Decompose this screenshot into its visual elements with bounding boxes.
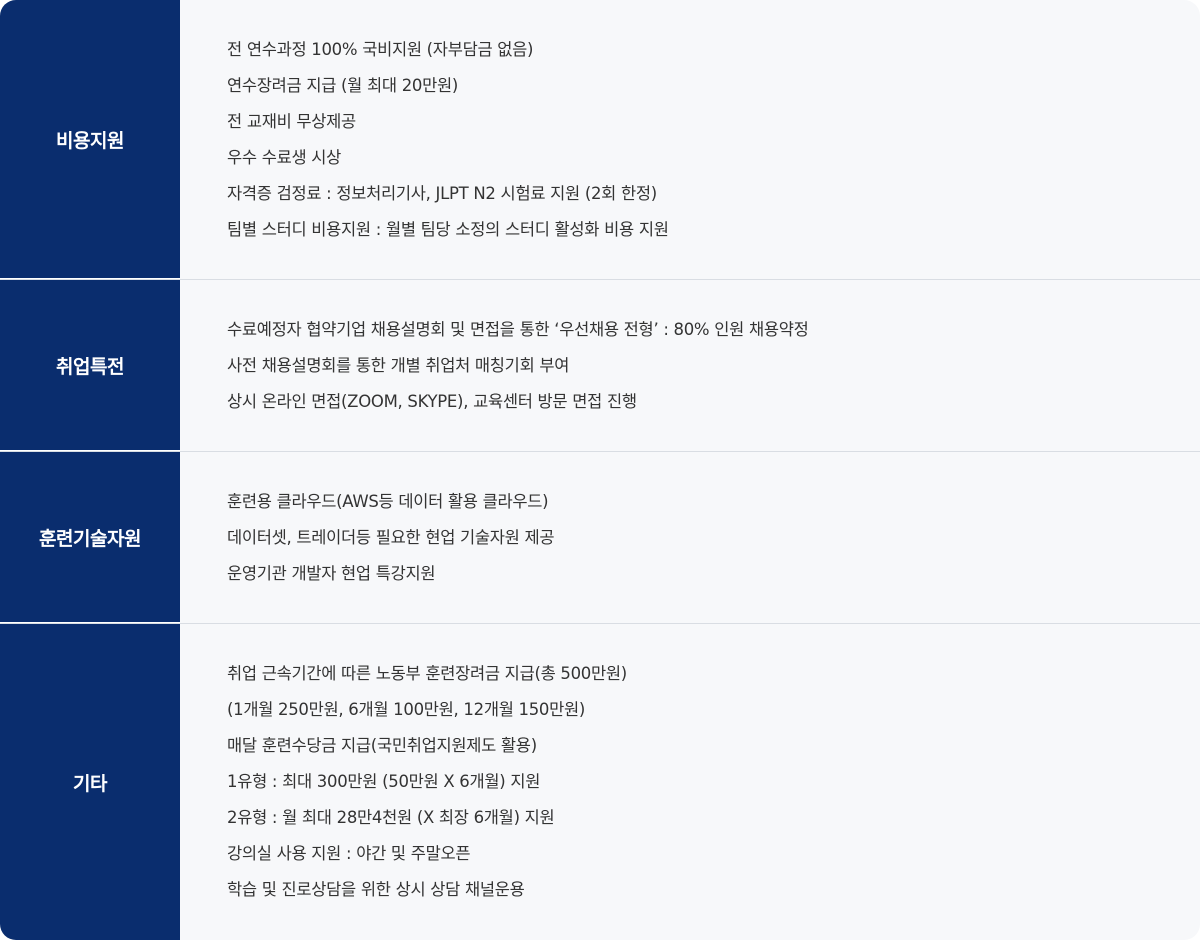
row-label: 비용지원 bbox=[0, 0, 180, 279]
list-item: 상시 온라인 면접(ZOOM, SKYPE), 교육센터 방문 면접 진행 bbox=[227, 391, 637, 411]
row-content: 훈련용 클라우드(AWS등 데이터 활용 클라우드) 데이터셋, 트레이더등 필… bbox=[180, 452, 1200, 623]
benefits-table: 비용지원 전 연수과정 100% 국비지원 (자부담금 없음) 연수장려금 지급… bbox=[0, 0, 1200, 940]
row-label: 취업특전 bbox=[0, 280, 180, 451]
benefit-row-training-resources: 훈련기술자원 훈련용 클라우드(AWS등 데이터 활용 클라우드) 데이터셋, … bbox=[0, 452, 1200, 624]
benefit-row-other: 기타 취업 근속기간에 따른 노동부 훈련장려금 지급(총 500만원) (1개… bbox=[0, 624, 1200, 940]
benefit-row-cost-support: 비용지원 전 연수과정 100% 국비지원 (자부담금 없음) 연수장려금 지급… bbox=[0, 0, 1200, 280]
list-item: 학습 및 진로상담을 위한 상시 상담 채널운용 bbox=[227, 880, 525, 899]
list-item: 연수장려금 지급 (월 최대 20만원) bbox=[227, 75, 459, 95]
list-item: 전 연수과정 100% 국비지원 (자부담금 없음) bbox=[227, 39, 534, 59]
list-item: 수료예정자 협약기업 채용설명회 및 면접을 통한 ‘우선채용 전형’ : 80… bbox=[227, 319, 809, 339]
list-item: 전 교재비 무상제공 bbox=[227, 111, 356, 131]
list-item: 팀별 스터디 비용지원 : 월별 팀당 소정의 스터디 활성화 비용 지원 bbox=[227, 219, 669, 239]
list-item: 우수 수료생 시상 bbox=[227, 147, 342, 167]
list-item: 취업 근속기간에 따른 노동부 훈련장려금 지급(총 500만원) bbox=[227, 664, 627, 683]
list-item: 운영기관 개발자 현업 특강지원 bbox=[227, 563, 436, 583]
benefit-row-employment: 취업특전 수료예정자 협약기업 채용설명회 및 면접을 통한 ‘우선채용 전형’… bbox=[0, 280, 1200, 452]
list-item: 자격증 검정료 : 정보처리기사, JLPT N2 시험료 지원 (2회 한정) bbox=[227, 183, 657, 203]
list-item: 강의실 사용 지원 : 야간 및 주말오픈 bbox=[227, 844, 471, 863]
row-content: 취업 근속기간에 따른 노동부 훈련장려금 지급(총 500만원) (1개월 2… bbox=[180, 624, 1200, 940]
row-label: 훈련기술자원 bbox=[0, 452, 180, 623]
row-content: 전 연수과정 100% 국비지원 (자부담금 없음) 연수장려금 지급 (월 최… bbox=[180, 0, 1200, 279]
row-label: 기타 bbox=[0, 624, 180, 940]
list-item: 1유형 : 최대 300만원 (50만원 X 6개월) 지원 bbox=[227, 772, 541, 791]
list-item: 매달 훈련수당금 지급(국민취업지원제도 활용) bbox=[227, 736, 537, 755]
list-item: 2유형 : 월 최대 28만4천원 (X 최장 6개월) 지원 bbox=[227, 808, 555, 827]
list-item: (1개월 250만원, 6개월 100만원, 12개월 150만원) bbox=[227, 700, 586, 719]
list-item: 데이터셋, 트레이더등 필요한 현업 기술자원 제공 bbox=[227, 527, 555, 547]
list-item: 훈련용 클라우드(AWS등 데이터 활용 클라우드) bbox=[227, 491, 549, 511]
row-content: 수료예정자 협약기업 채용설명회 및 면접을 통한 ‘우선채용 전형’ : 80… bbox=[180, 280, 1200, 451]
list-item: 사전 채용설명회를 통한 개별 취업처 매칭기회 부여 bbox=[227, 355, 570, 375]
